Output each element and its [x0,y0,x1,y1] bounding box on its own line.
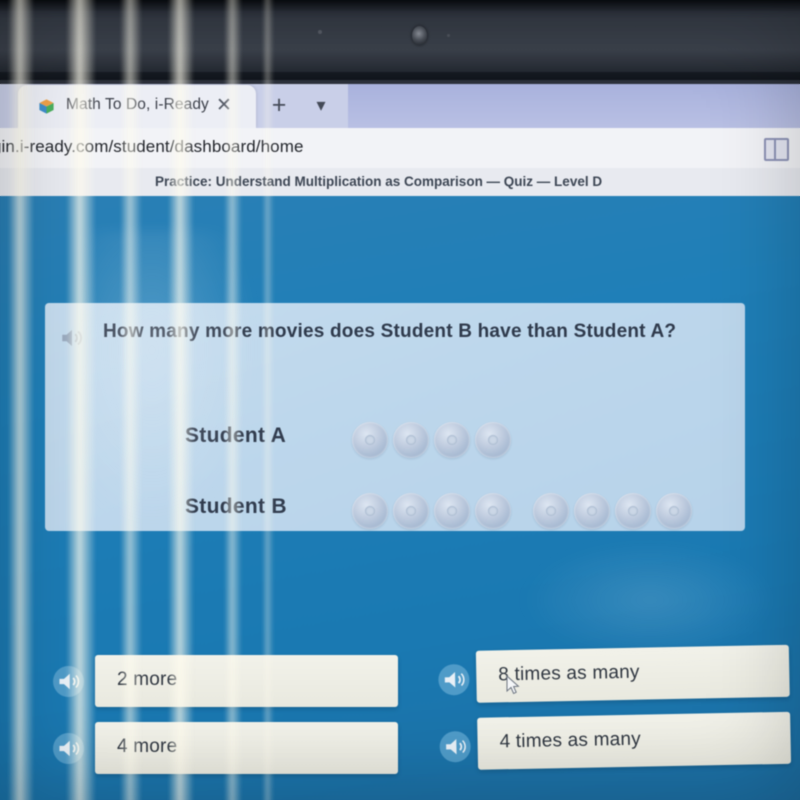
mouse-cursor [506,675,520,695]
disc-icon [533,493,569,529]
answer-option[interactable]: 2 more [95,655,398,707]
disc-icon [393,493,429,529]
disc-icon [656,493,692,529]
browser-tab[interactable]: Math To Do, i-Ready ✕ [18,85,256,128]
answer-option[interactable]: 4 more [95,722,398,774]
disc-icon [434,422,470,458]
question-text: How many more movies does Student B have… [103,321,677,342]
bezel-sensor-dot [318,30,322,34]
bezel-sensor-dot-2 [447,34,450,37]
answer-label: 4 times as many [499,728,642,753]
bezel-top-edge [0,0,800,11]
book-icon[interactable] [764,138,789,161]
answer-label: 2 more [117,669,178,690]
plus-icon[interactable]: + [262,88,296,122]
browser-window: Math To Do, i-Ready ✕ + ▾ gin.i-ready.co… [0,80,800,800]
tab-strip-empty-area [348,84,800,128]
row-label: Student B [185,495,287,518]
row-label: Student A [185,424,287,447]
chevron-down-icon[interactable]: ▾ [304,88,338,122]
answer-option[interactable]: 8 times as many [475,644,790,703]
disc-icon [475,493,511,529]
disc-icon [434,493,470,529]
app-header: i-Ready Practice: Understand Multiplicat… [0,168,800,197]
speaker-icon[interactable] [438,663,470,696]
close-icon[interactable]: ✕ [214,96,234,116]
disc-icon [352,493,388,529]
student-row: Student A [185,415,725,465]
student-row: Student B [185,486,745,536]
answer-label: 4 more [117,736,178,757]
speaker-icon[interactable] [59,325,85,351]
tab-title: Math To Do, i-Ready [66,96,209,113]
answer-option[interactable]: 4 times as many [477,711,792,770]
photo-of-laptop-screen: Math To Do, i-Ready ✕ + ▾ gin.i-ready.co… [0,0,800,800]
question-card: How many more movies does Student B have… [45,303,745,531]
laptop-bezel [0,0,800,88]
browser-url-bar[interactable]: gin.i-ready.com/student/dashboard/home [0,128,800,169]
browser-tab-strip: Math To Do, i-Ready ✕ + ▾ [0,80,800,128]
webcam-icon [412,26,427,45]
practice-title: Practice: Understand Multiplication as C… [155,174,603,189]
speaker-icon[interactable] [439,730,471,763]
lesson-area: How many more movies does Student B have… [0,196,800,800]
speaker-icon[interactable] [53,666,84,697]
speaker-icon[interactable] [53,733,84,764]
cube-icon [39,99,54,114]
disc-icon [475,422,511,458]
disc-icon [615,493,651,529]
url-text: gin.i-ready.com/student/dashboard/home [0,137,304,156]
disc-icon [574,493,610,529]
disc-icon [393,422,429,458]
disc-icon [352,422,388,458]
